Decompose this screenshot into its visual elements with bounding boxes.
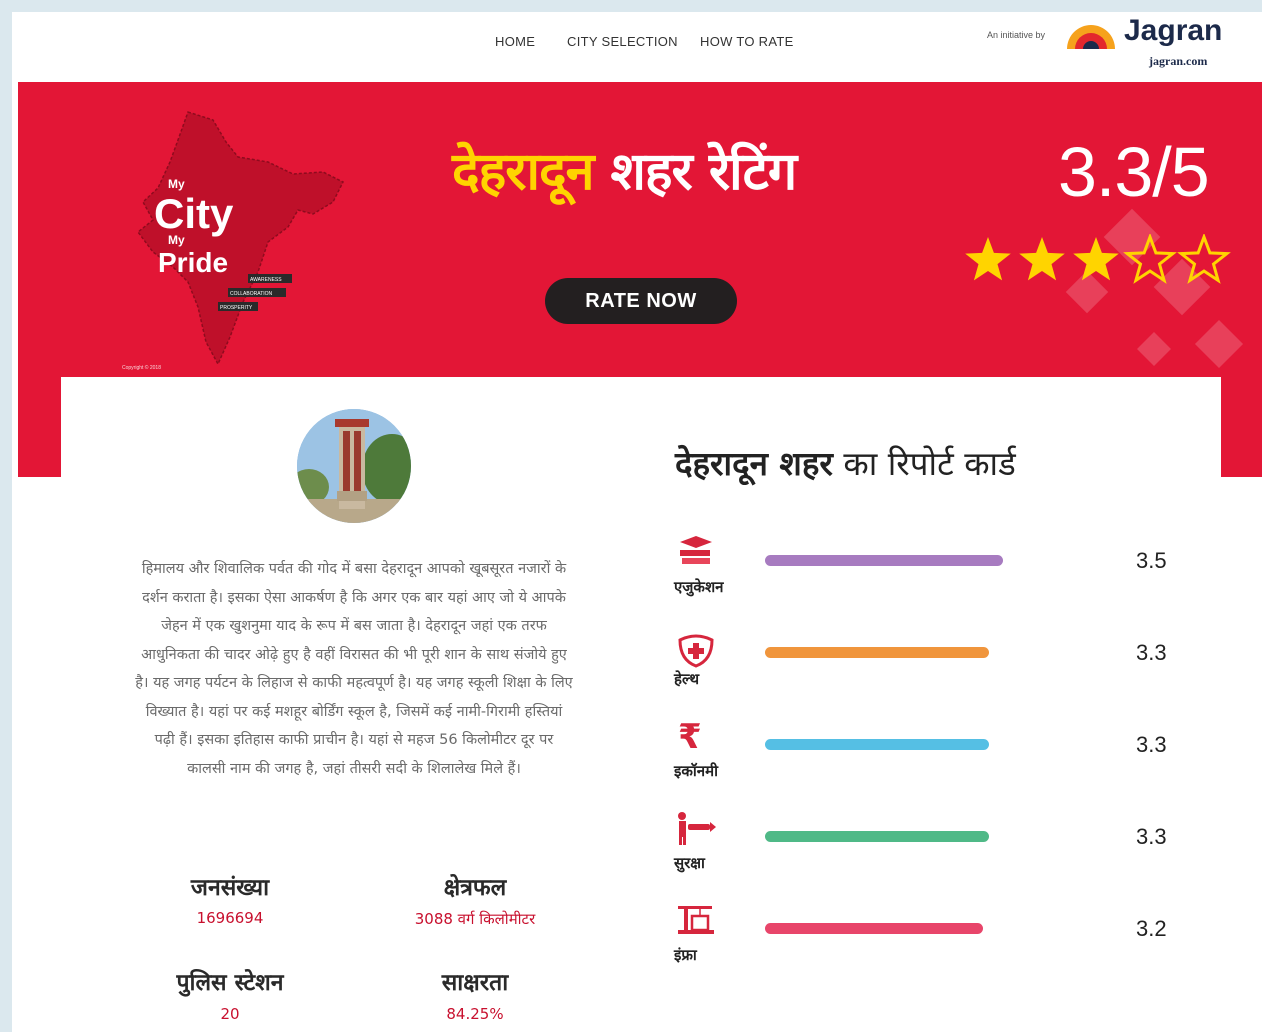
star-filled-icon bbox=[1073, 237, 1119, 281]
jagran-domain: jagran.com bbox=[1149, 54, 1208, 68]
bar-infra bbox=[765, 923, 983, 934]
clock-tower-image bbox=[297, 409, 411, 523]
health-icon bbox=[678, 634, 714, 668]
score-infra: 3.2 bbox=[1136, 916, 1167, 941]
row-label-economy: इकॉनमी bbox=[674, 762, 718, 780]
stat-literacy-value: 84.25% bbox=[446, 1005, 504, 1023]
row-label-health: हेल्थ bbox=[674, 670, 700, 688]
rating-stars bbox=[965, 234, 1231, 284]
star-filled-icon bbox=[1019, 237, 1065, 281]
hero-title-city: देहरादून bbox=[452, 142, 594, 202]
score-safety: 3.3 bbox=[1136, 824, 1167, 849]
stat-area-label: क्षेत्रफल bbox=[443, 875, 507, 901]
hero-title: देहरादून शहर रेटिंग bbox=[452, 134, 798, 205]
score-education: 3.5 bbox=[1136, 548, 1167, 573]
stat-population-value: 1696694 bbox=[196, 909, 264, 927]
nav-home-link[interactable]: HOME bbox=[495, 34, 535, 49]
rupee-icon: ₹ bbox=[678, 717, 702, 752]
logo-copyright: Copyright © 2018 bbox=[122, 365, 161, 371]
bar-economy bbox=[765, 739, 989, 750]
logo-pride: Pride bbox=[158, 247, 228, 278]
row-label-infra: इंफ्रा bbox=[674, 946, 697, 964]
stat-area-value: 3088 वर्ग किलोमीटर bbox=[414, 910, 536, 928]
rate-now-button[interactable]: RATE NOW bbox=[545, 278, 737, 324]
city-score: 3.3/5 bbox=[1058, 133, 1210, 211]
nav-how-to-rate-link[interactable]: HOW TO RATE bbox=[700, 34, 794, 49]
india-map-logo: My City My Pride AWARENESS COLLABORATION… bbox=[136, 111, 345, 366]
jagran-sun-icon[interactable] bbox=[1065, 17, 1117, 51]
stat-police-label: पुलिस स्टेशन bbox=[176, 970, 284, 996]
score-health: 3.3 bbox=[1136, 640, 1167, 665]
report-title-city: देहरादून शहर bbox=[675, 444, 833, 483]
score-economy: 3.3 bbox=[1136, 732, 1167, 757]
logo-tag-2: COLLABORATION bbox=[230, 291, 273, 297]
row-label-safety: सुरक्षा bbox=[674, 854, 705, 872]
safety-icon bbox=[678, 812, 716, 845]
bar-health bbox=[765, 647, 989, 658]
star-empty-icon bbox=[1177, 234, 1231, 284]
logo-city: City bbox=[154, 190, 234, 237]
report-title-rest: का रिपोर्ट कार्ड bbox=[832, 444, 1016, 483]
city-photo bbox=[297, 409, 411, 523]
logo-tag-1: AWARENESS bbox=[250, 277, 282, 283]
stat-population-label: जनसंख्या bbox=[190, 875, 270, 901]
star-empty-icon bbox=[1123, 234, 1177, 284]
row-label-education: एजुकेशन bbox=[674, 578, 724, 596]
hero-title-rest: शहर रेटिंग bbox=[593, 142, 798, 202]
education-icon bbox=[680, 536, 712, 564]
initiative-label: An initiative by bbox=[987, 30, 1046, 40]
infrastructure-icon bbox=[678, 906, 714, 934]
svg-text:₹: ₹ bbox=[678, 717, 702, 752]
top-nav: HOME CITY SELECTION HOW TO RATE An initi… bbox=[12, 12, 1262, 82]
stat-police-value: 20 bbox=[220, 1005, 240, 1023]
jagran-brand[interactable]: Jagran bbox=[1124, 14, 1222, 48]
logo-my-2: My bbox=[168, 233, 185, 247]
city-description: हिमालय और शिवालिक पर्वत की गोद में बसा द… bbox=[135, 561, 573, 777]
bar-safety bbox=[765, 831, 989, 842]
bar-education bbox=[765, 555, 1003, 566]
report-card-title: देहरादून शहर का रिपोर्ट कार्ड bbox=[675, 440, 1016, 485]
logo-tag-3: PROSPERITY bbox=[220, 305, 253, 311]
nav-city-selection-link[interactable]: CITY SELECTION bbox=[567, 34, 678, 49]
stat-literacy-label: साक्षरता bbox=[441, 970, 509, 996]
page-frame: HOME CITY SELECTION HOW TO RATE An initi… bbox=[12, 12, 1262, 1032]
logo-my-1: My bbox=[168, 177, 185, 191]
star-filled-icon bbox=[965, 237, 1011, 281]
